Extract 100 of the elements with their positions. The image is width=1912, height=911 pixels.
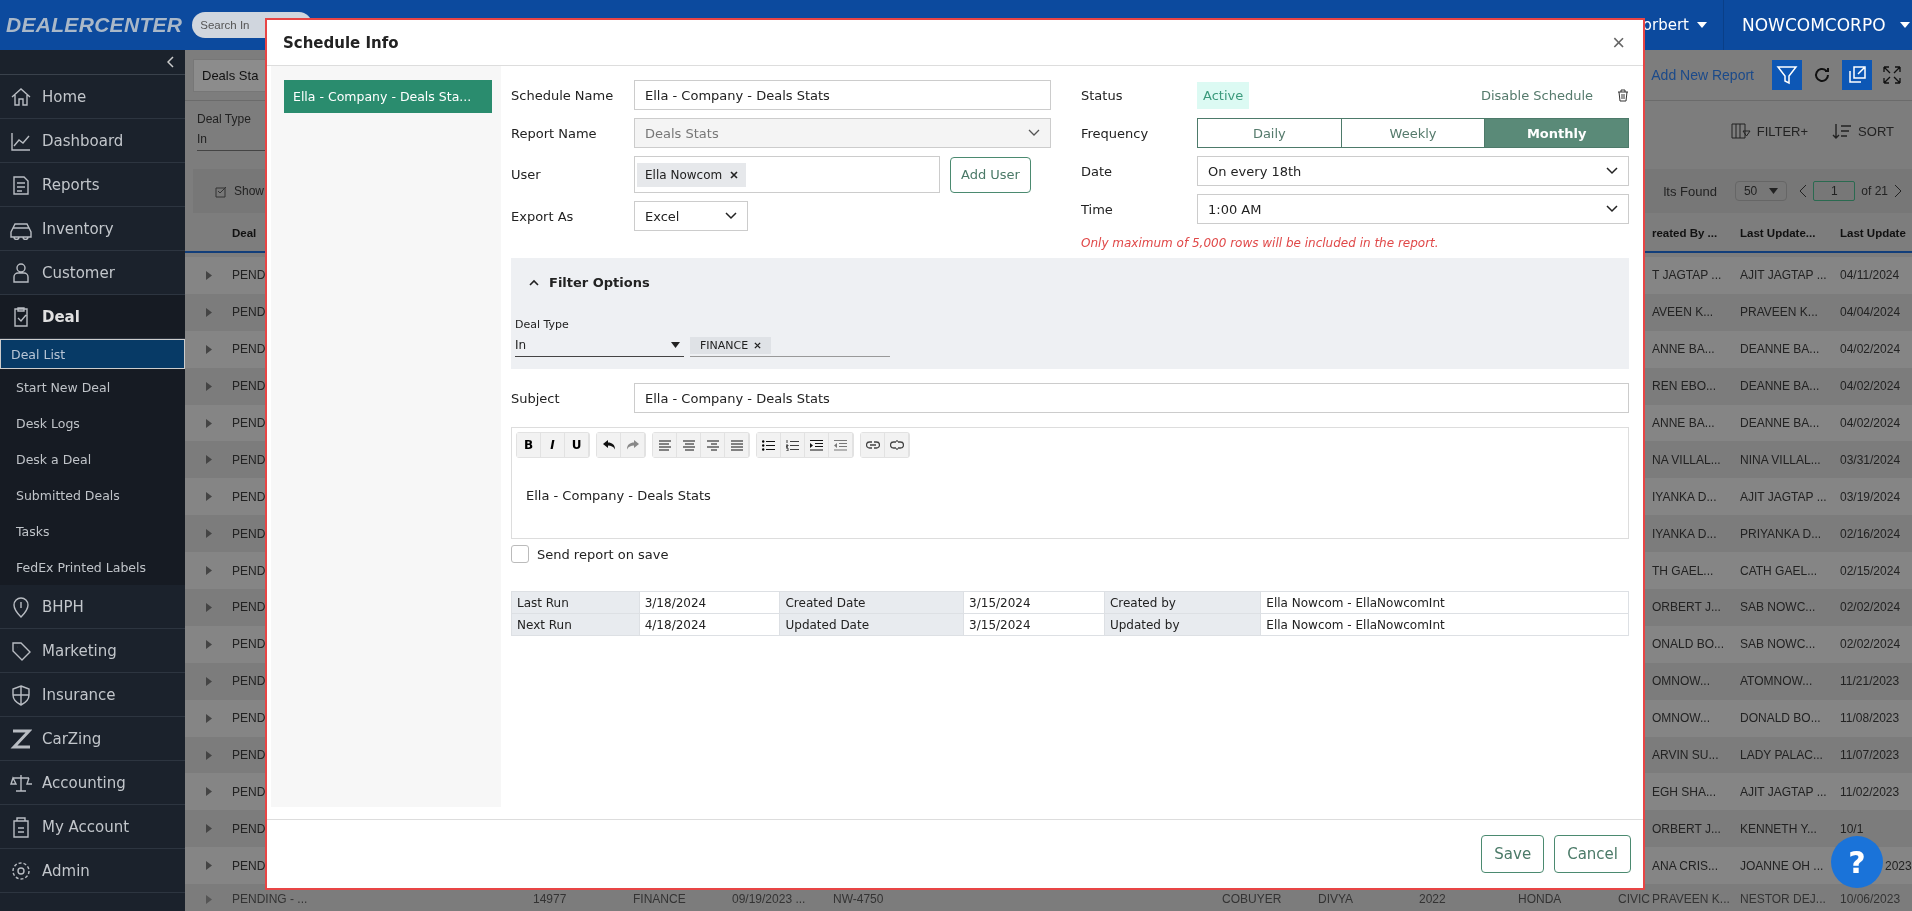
report-tab[interactable]: Deals Sta [193, 58, 268, 92]
column-header[interactable]: Deal [232, 227, 257, 239]
refresh-icon[interactable] [1812, 65, 1832, 85]
align-right-icon [706, 439, 719, 451]
table-cell: 03/19/2024 [1840, 489, 1901, 504]
filter-plus-button[interactable]: FILTER+ [1730, 123, 1809, 139]
column-header[interactable]: reated By ... [1652, 227, 1718, 239]
sidebar-item[interactable]: Dashboard [0, 119, 185, 163]
expand-row-icon[interactable] [205, 676, 212, 686]
table-cell: KENNETH Y... [1740, 821, 1817, 836]
table-cell: IYANKA D... [1652, 526, 1717, 541]
indent-icon [810, 439, 823, 451]
filter-button[interactable] [1772, 60, 1802, 90]
column-header[interactable]: Last Update [1840, 227, 1906, 239]
expand-row-icon[interactable] [205, 861, 212, 871]
caret-down-icon[interactable] [1697, 22, 1707, 28]
schedule-item[interactable]: Ella - Company - Deals Sta... [284, 80, 492, 113]
sidebar-subitem[interactable]: Submitted Deals [0, 477, 185, 513]
expand-row-icon[interactable] [205, 529, 212, 539]
sidebar-item[interactable]: Inventory [0, 207, 185, 251]
chevron-right-icon[interactable] [1894, 184, 1902, 198]
save-button[interactable]: Save [1481, 835, 1545, 873]
sidebar-subitem[interactable]: Start New Deal [0, 369, 185, 405]
sidebar-subitem[interactable]: Deal List [0, 339, 185, 369]
expand-row-icon[interactable] [205, 381, 212, 391]
cancel-button[interactable]: Cancel [1554, 835, 1631, 873]
sidebar-subitem[interactable]: Tasks [0, 513, 185, 549]
warning-text: Only maximum of 5,000 rows will be included in the report. [1081, 235, 1440, 250]
expand-row-icon[interactable] [205, 895, 212, 905]
expand-row-icon[interactable] [205, 602, 212, 612]
user-field[interactable]: Ella Nowcom [634, 156, 940, 193]
column-header[interactable]: Last Update... [1740, 227, 1816, 239]
date-select[interactable]: On every 18th [1197, 156, 1629, 186]
sort-button[interactable]: SORT [1832, 123, 1894, 139]
page-size-select[interactable]: 50 [1734, 181, 1788, 201]
expand-row-icon[interactable] [205, 492, 212, 502]
table-cell: NESTOR DEJ... [1740, 892, 1826, 907]
align-left-button[interactable] [653, 433, 677, 457]
export-format-select[interactable]: Excel [634, 201, 748, 231]
table-cell: DIVYA [1318, 892, 1354, 907]
table-cell: LADY PALAC... [1740, 748, 1823, 762]
expand-row-icon[interactable] [205, 307, 212, 317]
time-select[interactable]: 1:00 AM [1197, 194, 1629, 224]
table-cell: ARVIN SU... [1652, 748, 1719, 762]
table-cell: 04/02/2024 [1840, 379, 1901, 394]
disable-schedule-link[interactable]: Disable Schedule [1480, 87, 1593, 103]
undo-button[interactable] [597, 433, 621, 457]
expand-row-icon[interactable] [205, 713, 212, 723]
sidebar-subitem[interactable]: Desk Logs [0, 405, 185, 441]
expand-row-icon[interactable] [205, 787, 212, 797]
table-cell: IYANKA D... [1652, 489, 1717, 504]
zigzag-icon [10, 727, 32, 750]
expand-row-icon[interactable] [205, 418, 212, 428]
table-cell: PEND [232, 268, 266, 283]
close-button[interactable]: × [1608, 29, 1629, 56]
filter-icon [1776, 64, 1798, 86]
remove-icon[interactable] [730, 170, 739, 179]
sidebar-subitem[interactable]: FedEx Printed Labels [0, 549, 185, 585]
link-button[interactable] [861, 433, 885, 457]
subject-field[interactable]: Ella - Company - Deals Stats [634, 383, 1629, 413]
table-cell: NW-4750 [833, 892, 884, 907]
company-menu[interactable]: NOWCOMCORPO [1742, 15, 1886, 35]
table-cell: ANA CRIS... [1652, 858, 1719, 873]
sidebar-subitem[interactable]: Desk a Deal [0, 441, 185, 477]
expand-row-icon[interactable] [205, 455, 212, 465]
field-label: Report Name [511, 125, 598, 141]
page-number-field[interactable]: 1 [1813, 181, 1856, 201]
expand-row-icon[interactable] [205, 824, 212, 834]
expand-row-icon[interactable] [205, 270, 212, 280]
operator-select[interactable]: In [515, 335, 684, 357]
sidebar-item[interactable]: Reports [0, 163, 185, 207]
schedule-name-field[interactable]: Ella - Company - Deals Stats [634, 80, 1051, 110]
trash-icon[interactable] [1617, 88, 1629, 102]
bullet-list-button[interactable] [757, 433, 781, 457]
checkbox-icon[interactable] [215, 184, 228, 198]
filter-label: Deal Type [515, 318, 569, 331]
sort-icon [1832, 123, 1853, 139]
chevron-down-icon [1028, 129, 1040, 137]
filter-options-toggle[interactable]: Filter Options [515, 272, 1615, 292]
status-badge: Active [1197, 81, 1250, 109]
user-chip[interactable]: Ella Nowcom [637, 162, 747, 187]
expand-icon[interactable] [1882, 65, 1902, 85]
table-cell: 2022 [1419, 892, 1446, 907]
frequency-option[interactable]: Monthly [1485, 119, 1628, 147]
email-body-editor[interactable]: B I U Ella - Company - Deals Stats [511, 427, 1629, 539]
add-user-button[interactable]: Add User [950, 156, 1031, 193]
sidebar-item[interactable]: Deal [0, 295, 185, 339]
caret-down-icon[interactable] [1899, 22, 1910, 28]
filter-values-field[interactable]: FINANCE [690, 335, 890, 357]
sidebar-item[interactable]: Home [0, 75, 185, 119]
expand-row-icon[interactable] [205, 639, 212, 649]
user-menu[interactable]: orbert [1642, 16, 1689, 34]
expand-row-icon[interactable] [205, 566, 212, 576]
value-chip[interactable]: FINANCE [690, 337, 772, 354]
expand-row-icon[interactable] [205, 344, 212, 354]
remove-icon[interactable] [754, 342, 762, 349]
format-button[interactable]: B [517, 433, 541, 457]
popout-button[interactable] [1842, 60, 1872, 90]
checkbox[interactable] [511, 545, 529, 563]
expand-row-icon[interactable] [205, 750, 212, 760]
